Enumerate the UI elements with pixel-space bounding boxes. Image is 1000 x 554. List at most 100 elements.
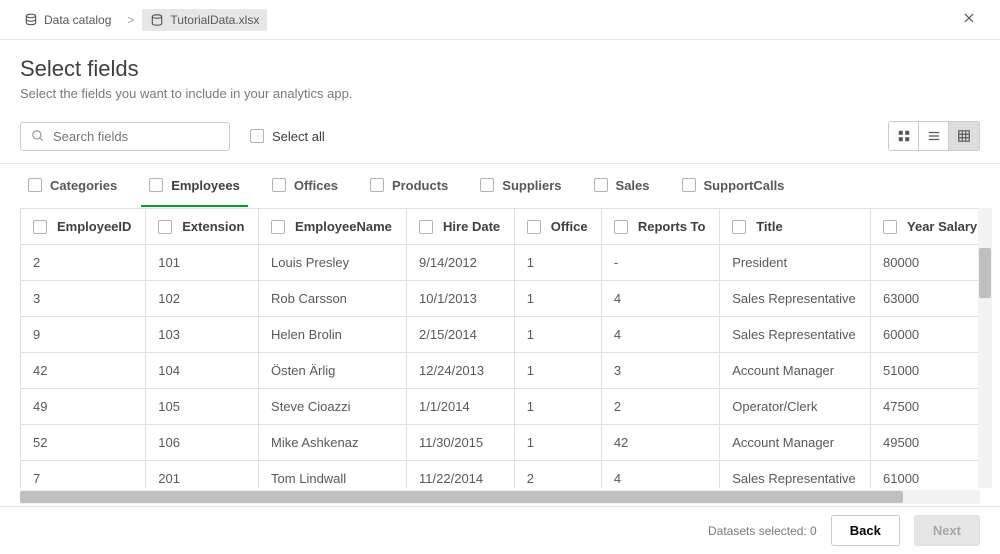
- table-cell: 7: [21, 461, 146, 489]
- table-cell: -: [601, 245, 719, 281]
- view-list-button[interactable]: [919, 122, 949, 150]
- back-button[interactable]: Back: [831, 515, 900, 546]
- close-icon: [962, 11, 976, 25]
- col-yearsalary[interactable]: Year Salary: [871, 209, 992, 245]
- col-checkbox[interactable]: [271, 220, 285, 234]
- list-icon: [927, 129, 941, 143]
- select-all-checkbox[interactable]: [250, 129, 264, 143]
- col-office[interactable]: Office: [514, 209, 601, 245]
- tab-suppliers[interactable]: Suppliers: [472, 166, 569, 207]
- tab-checkbox[interactable]: [480, 178, 494, 192]
- table-cell: Sales Representative: [720, 317, 871, 353]
- tab-supportcalls[interactable]: SupportCalls: [674, 166, 793, 207]
- table-cell: 102: [146, 281, 259, 317]
- table-cell: 9: [21, 317, 146, 353]
- table-cell: Helen Brolin: [259, 317, 407, 353]
- table-cell: Account Manager: [720, 353, 871, 389]
- col-checkbox[interactable]: [419, 220, 433, 234]
- tab-categories[interactable]: Categories: [20, 166, 125, 207]
- breadcrumb-current[interactable]: TutorialData.xlsx: [142, 9, 267, 31]
- table-cell: 106: [146, 425, 259, 461]
- table-cell: 3: [601, 353, 719, 389]
- view-grid-button[interactable]: [889, 122, 919, 150]
- select-all-label: Select all: [272, 129, 325, 144]
- table-cell: 1: [514, 353, 601, 389]
- table-cell: 104: [146, 353, 259, 389]
- table-header-row: EmployeeID Extension EmployeeName Hire D…: [21, 209, 992, 245]
- table-row: 7201Tom Lindwall11/22/201424Sales Repres…: [21, 461, 992, 489]
- next-button[interactable]: Next: [914, 515, 980, 546]
- table-cell: 101: [146, 245, 259, 281]
- vertical-scrollbar[interactable]: [978, 208, 992, 488]
- col-label: Hire Date: [443, 219, 500, 234]
- tab-label: Products: [392, 178, 448, 193]
- vertical-scroll-thumb[interactable]: [979, 248, 991, 298]
- page-title: Select fields: [20, 56, 980, 82]
- tab-checkbox[interactable]: [149, 178, 163, 192]
- table-cell: 47500: [871, 389, 992, 425]
- table-cell: 52: [21, 425, 146, 461]
- col-checkbox[interactable]: [614, 220, 628, 234]
- table-cell: 1/1/2014: [407, 389, 515, 425]
- table-cell: 1: [514, 281, 601, 317]
- col-reportsto[interactable]: Reports To: [601, 209, 719, 245]
- col-employeeid[interactable]: EmployeeID: [21, 209, 146, 245]
- table-cell: 103: [146, 317, 259, 353]
- tab-checkbox[interactable]: [28, 178, 42, 192]
- table-cell: Sales Representative: [720, 461, 871, 489]
- search-input[interactable]: [53, 129, 229, 144]
- col-checkbox[interactable]: [732, 220, 746, 234]
- col-label: EmployeeName: [295, 219, 392, 234]
- breadcrumb-current-label: TutorialData.xlsx: [170, 13, 259, 27]
- table-cell: 1: [514, 245, 601, 281]
- col-employeename[interactable]: EmployeeName: [259, 209, 407, 245]
- col-checkbox[interactable]: [883, 220, 897, 234]
- table-cell: 2: [601, 389, 719, 425]
- table-cell: 1: [514, 317, 601, 353]
- search-field[interactable]: [20, 122, 230, 151]
- close-button[interactable]: [954, 5, 984, 34]
- table-cell: 12/24/2013: [407, 353, 515, 389]
- tab-checkbox[interactable]: [682, 178, 696, 192]
- col-extension[interactable]: Extension: [146, 209, 259, 245]
- database-icon: [24, 13, 38, 27]
- page-header: Select fields Select the fields you want…: [0, 40, 1000, 113]
- col-checkbox[interactable]: [527, 220, 541, 234]
- tab-label: SupportCalls: [704, 178, 785, 193]
- table-icon: [957, 129, 971, 143]
- col-checkbox[interactable]: [33, 220, 47, 234]
- table-cell: 4: [601, 281, 719, 317]
- tab-offices[interactable]: Offices: [264, 166, 346, 207]
- horizontal-scrollbar[interactable]: [20, 490, 980, 504]
- table-cell: 60000: [871, 317, 992, 353]
- table-scroll[interactable]: EmployeeID Extension EmployeeName Hire D…: [20, 208, 992, 488]
- tab-checkbox[interactable]: [272, 178, 286, 192]
- tab-label: Sales: [616, 178, 650, 193]
- table-cell: 2: [514, 461, 601, 489]
- table-cell: 63000: [871, 281, 992, 317]
- table-cell: Louis Presley: [259, 245, 407, 281]
- tab-sales[interactable]: Sales: [586, 166, 658, 207]
- col-checkbox[interactable]: [158, 220, 172, 234]
- view-table-button[interactable]: [949, 122, 979, 150]
- breadcrumb-root[interactable]: Data catalog: [16, 9, 119, 31]
- table-cell: 42: [21, 353, 146, 389]
- table-cell: 49500: [871, 425, 992, 461]
- tab-checkbox[interactable]: [370, 178, 384, 192]
- table-row: 3102Rob Carsson10/1/201314Sales Represen…: [21, 281, 992, 317]
- tab-products[interactable]: Products: [362, 166, 456, 207]
- table-cell: 1: [514, 425, 601, 461]
- table-cell: 2/15/2014: [407, 317, 515, 353]
- tab-employees[interactable]: Employees: [141, 166, 248, 207]
- horizontal-scroll-thumb[interactable]: [20, 491, 903, 503]
- dataset-icon: [150, 13, 164, 27]
- tab-checkbox[interactable]: [594, 178, 608, 192]
- table-cell: 11/22/2014: [407, 461, 515, 489]
- table-cell: Mike Ashkenaz: [259, 425, 407, 461]
- table-cell: 4: [601, 317, 719, 353]
- col-hiredate[interactable]: Hire Date: [407, 209, 515, 245]
- table-cell: 1: [514, 389, 601, 425]
- grid-icon: [897, 129, 911, 143]
- select-all[interactable]: Select all: [250, 129, 325, 144]
- col-title[interactable]: Title: [720, 209, 871, 245]
